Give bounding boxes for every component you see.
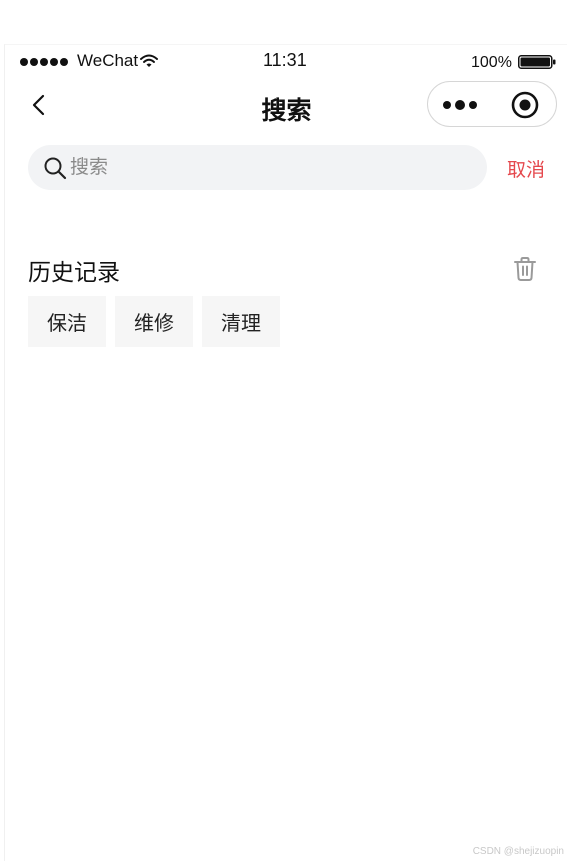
phone-screen: WeChat 11:31 100% 搜索 搜索 取消 历史记录 保洁 维修 清理	[4, 44, 567, 861]
close-miniprogram-icon[interactable]	[510, 90, 540, 120]
status-bar: WeChat 11:31 100%	[5, 45, 568, 77]
more-options-icon[interactable]	[438, 90, 482, 120]
history-header: 历史记录	[5, 250, 568, 286]
navigation-bar: 搜索	[5, 81, 568, 129]
history-tag[interactable]: 清理	[202, 296, 280, 347]
miniprogram-capsule	[427, 81, 557, 127]
trash-icon[interactable]	[513, 256, 537, 282]
search-icon	[44, 157, 67, 180]
history-tag[interactable]: 保洁	[28, 296, 106, 347]
battery-icon	[518, 55, 556, 69]
signal-strength-icon	[20, 58, 68, 66]
battery-percentage: 100%	[471, 54, 512, 71]
search-box[interactable]	[28, 145, 487, 190]
search-row: 取消	[5, 145, 568, 191]
cancel-button[interactable]: 取消	[507, 155, 545, 182]
wifi-icon	[140, 54, 158, 67]
history-tags: 保洁 维修 清理	[28, 296, 280, 347]
history-tag[interactable]: 维修	[115, 296, 193, 347]
history-title: 历史记录	[28, 260, 120, 286]
status-time: 11:31	[263, 50, 307, 70]
watermark: CSDN @shejizuopin	[472, 846, 564, 857]
search-input[interactable]	[70, 153, 470, 181]
page: WeChat 11:31 100% 搜索 搜索 取消 历史记录 保洁 维修 清理…	[0, 0, 568, 861]
carrier-name: WeChat	[77, 51, 139, 70]
